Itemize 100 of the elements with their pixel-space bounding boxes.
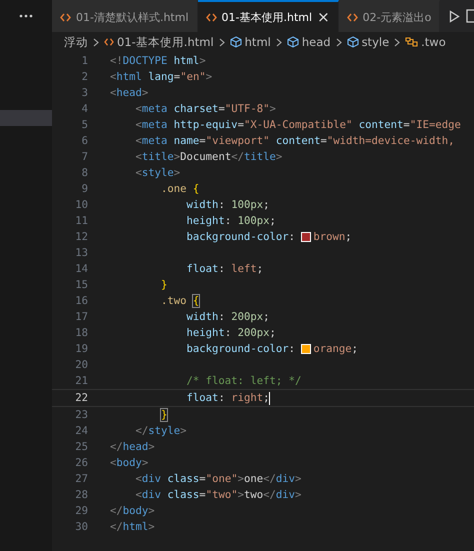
code-punctuation: < — [110, 457, 116, 469]
code-property: height — [186, 215, 225, 227]
code-attribute: class — [167, 489, 200, 501]
code-text: : — [218, 311, 226, 323]
code-punctuation: <! — [110, 55, 123, 67]
code-property: width — [186, 311, 218, 323]
code-text: two — [244, 489, 264, 501]
code-property: background-color — [186, 231, 289, 243]
code-text: = — [174, 71, 180, 83]
code-number: 100px — [231, 199, 264, 211]
line-number: 30 — [74, 521, 88, 533]
code-tag: body — [116, 457, 142, 469]
code-text: ; — [269, 327, 276, 339]
code-tag: html — [116, 71, 148, 83]
code-punctuation: > — [206, 71, 212, 83]
code-punctuation: > — [238, 473, 244, 485]
code-text: = — [199, 489, 206, 501]
code-punctuation: </ — [110, 505, 123, 517]
line-number: 2 — [80, 71, 88, 83]
code-tag: head — [116, 87, 142, 99]
code-property: float — [186, 263, 218, 275]
breadcrumb-item[interactable]: 01-基本使用.html — [104, 34, 214, 50]
code-attribute: content — [358, 119, 404, 131]
editor-tab[interactable]: 02-元素溢出o — [338, 0, 440, 32]
code-tag: head — [122, 441, 148, 453]
code-punctuation: < — [134, 119, 142, 131]
code-text: : — [218, 392, 226, 404]
code-punctuation: > — [276, 151, 282, 163]
color-swatch[interactable] — [301, 344, 312, 354]
code-string: "width=device-width, — [326, 135, 454, 147]
code-brace: { — [192, 183, 200, 195]
breadcrumb-item[interactable]: 浮动 — [64, 34, 88, 50]
code-string: "IE=edge — [410, 119, 461, 131]
editor-tab[interactable]: 01-基本使用.html × — [198, 0, 339, 32]
code-text: ; — [263, 199, 270, 211]
cube-icon — [286, 36, 299, 48]
line-number: 11 — [74, 215, 88, 227]
code-number: 200px — [238, 327, 270, 339]
close-tab-button[interactable]: × — [317, 8, 330, 26]
code-punctuation: > — [199, 55, 206, 67]
code-text: ; — [263, 392, 270, 404]
code-attribute: name — [174, 135, 200, 147]
code-property: width — [186, 199, 218, 211]
code-punctuation: < — [134, 103, 142, 115]
line-number: 19 — [74, 343, 88, 355]
breadcrumb-item[interactable]: head — [286, 35, 331, 49]
css-rule-icon — [405, 36, 418, 48]
code-string: "viewport" — [206, 135, 270, 147]
code-tag: div — [276, 473, 296, 485]
code-text: = — [320, 135, 327, 147]
line-number: 21 — [74, 375, 88, 387]
code-punctuation: > — [180, 425, 187, 437]
code-value: brown — [313, 231, 346, 243]
code-tag: meta — [142, 135, 174, 147]
line-number: 10 — [74, 199, 88, 211]
code-attribute: content — [276, 135, 321, 147]
code-punctuation: </ — [110, 441, 123, 453]
code-tag: div — [142, 489, 168, 501]
code-punctuation: < — [134, 473, 142, 485]
breadcrumb-item[interactable]: style — [346, 35, 390, 49]
line-number: 28 — [74, 489, 88, 501]
code-tag: div — [142, 473, 168, 485]
cube-icon — [346, 36, 359, 48]
editor-tab[interactable]: 01-清楚默认样式.html — [52, 0, 198, 32]
code-attribute: html — [174, 55, 200, 67]
code-tag: title — [142, 151, 174, 163]
code-tag: DOCTYPE — [122, 55, 174, 67]
code-text: : — [218, 199, 226, 211]
chevron-right-icon — [394, 38, 400, 46]
code-punctuation: > — [142, 87, 148, 99]
line-number: 8 — [80, 167, 88, 179]
code-attribute: http-equiv — [174, 119, 238, 131]
code-tag: title — [244, 151, 276, 163]
line-number: 29 — [74, 505, 88, 517]
code-text: : — [218, 263, 226, 275]
code-number: 200px — [231, 311, 264, 323]
code-text: Document — [180, 151, 232, 163]
line-number: 12 — [74, 231, 88, 243]
breadcrumb-item[interactable]: .two — [405, 35, 446, 49]
code-file-icon — [346, 12, 358, 22]
code-tag: meta — [142, 103, 174, 115]
code-property: height — [186, 327, 225, 339]
code-comment: /* float: left; */ — [186, 375, 302, 387]
code-text: : — [224, 215, 232, 227]
code-text: ; — [256, 263, 264, 275]
code-punctuation: < — [134, 135, 142, 147]
chevron-right-icon — [93, 38, 99, 46]
code-tag: div — [276, 489, 296, 501]
code-punctuation: > — [174, 151, 180, 163]
breadcrumb-item[interactable]: html — [230, 35, 271, 49]
code-punctuation: < — [134, 489, 142, 501]
code-punctuation: </ — [263, 473, 276, 485]
code-tag: body — [122, 505, 148, 517]
color-swatch[interactable] — [301, 232, 312, 242]
code-punctuation: > — [148, 441, 155, 453]
more-icon[interactable] — [19, 14, 33, 18]
split-editor-icon[interactable] — [466, 9, 474, 23]
code-brace: } — [160, 409, 168, 421]
code-text: = — [199, 473, 206, 485]
play-icon[interactable] — [449, 10, 460, 22]
